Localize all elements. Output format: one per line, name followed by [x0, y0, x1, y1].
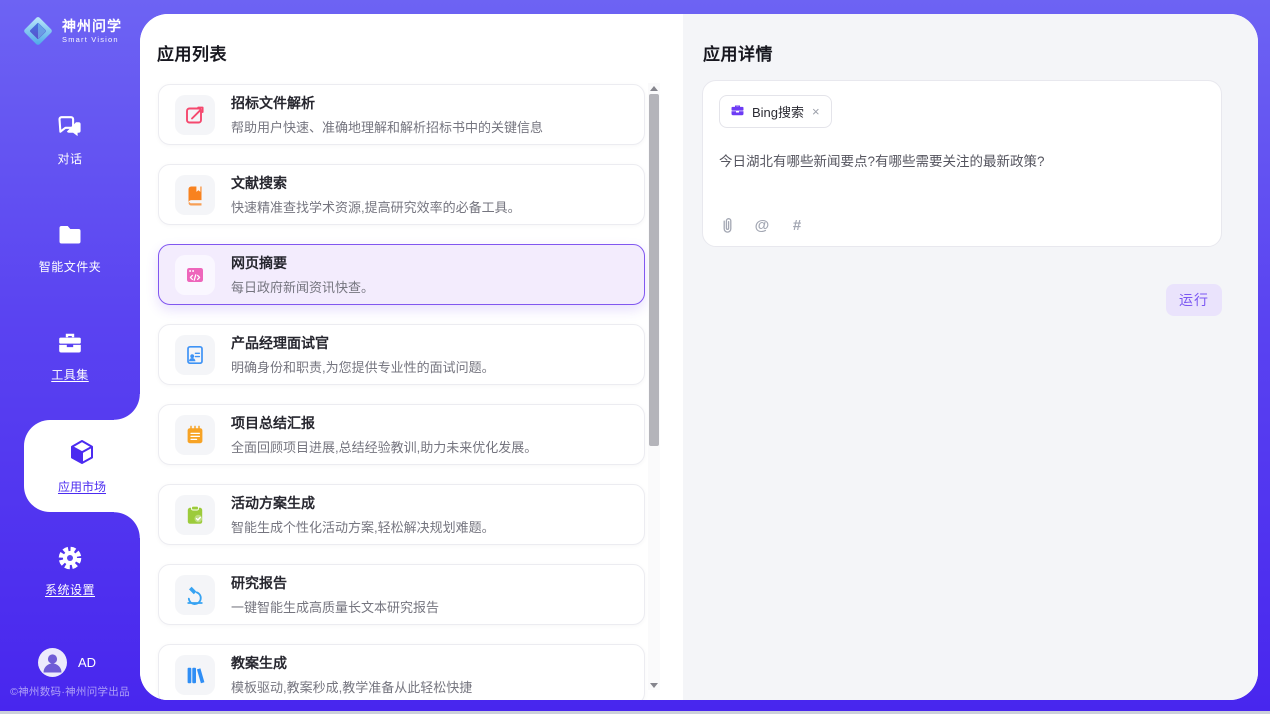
briefcase-icon — [730, 102, 745, 121]
app-card-description: 明确身份和职责,为您提供专业性的面试问题。 — [231, 357, 495, 376]
browser-code-icon — [175, 255, 215, 295]
hash-icon[interactable]: # — [789, 216, 805, 234]
app-card-title: 产品经理面试官 — [231, 333, 495, 353]
avatar-icon — [38, 648, 67, 677]
interview-icon — [175, 335, 215, 375]
clipboard-check-icon — [175, 495, 215, 535]
app-list-title: 应用列表 — [157, 40, 227, 65]
tool-tag-label: Bing搜索 — [752, 102, 804, 121]
app-card[interactable]: 文献搜索快速精准查找学术资源,提高研究效率的必备工具。 — [158, 164, 645, 225]
paperclip-icon[interactable] — [719, 216, 735, 234]
app-card-title: 教案生成 — [231, 653, 472, 673]
book-icon — [175, 175, 215, 215]
brand-logo: 神州问学 Smart Vision — [20, 13, 122, 49]
app-card-title: 网页摘要 — [231, 253, 374, 273]
app-card-text: 招标文件解析帮助用户快速、准确地理解和解析招标书中的关键信息 — [231, 93, 543, 136]
chat-icon — [55, 112, 85, 142]
app-card-title: 研究报告 — [231, 573, 439, 593]
sidebar-item-cube[interactable]: 应用市场 — [24, 420, 140, 512]
app-list-panel: 应用列表 招标文件解析帮助用户快速、准确地理解和解析招标书中的关键信息文献搜索快… — [140, 14, 683, 700]
sidebar-item-label: 应用市场 — [58, 478, 106, 495]
brand-diamond-icon — [20, 13, 56, 49]
folder-icon — [55, 220, 85, 250]
app-card[interactable]: 教案生成模板驱动,教案秒成,教学准备从此轻松快捷 — [158, 644, 645, 700]
app-card-description: 快速精准查找学术资源,提高研究效率的必备工具。 — [231, 197, 521, 216]
app-card-text: 文献搜索快速精准查找学术资源,提高研究效率的必备工具。 — [231, 173, 521, 216]
main-content: 应用列表 招标文件解析帮助用户快速、准确地理解和解析招标书中的关键信息文献搜索快… — [140, 14, 1258, 700]
prompt-text[interactable]: 今日湖北有哪些新闻要点?有哪些需要关注的最新政策? — [719, 152, 1205, 172]
sidebar-item-toolbox[interactable]: 工具集 — [0, 328, 140, 383]
composer-toolbar: @ # — [719, 216, 1205, 234]
app-card[interactable]: 研究报告一键智能生成高质量长文本研究报告 — [158, 564, 645, 625]
app-card[interactable]: 活动方案生成智能生成个性化活动方案,轻松解决规划难题。 — [158, 484, 645, 545]
app-card-text: 研究报告一键智能生成高质量长文本研究报告 — [231, 573, 439, 616]
gear-icon — [55, 543, 85, 573]
app-card-description: 全面回顾项目进展,总结经验教训,助力未来优化发展。 — [231, 437, 537, 456]
brand-subtitle: Smart Vision — [62, 35, 122, 44]
brand-name: 神州问学 — [62, 18, 122, 35]
app-card-description: 模板驱动,教案秒成,教学准备从此轻松快捷 — [231, 677, 472, 696]
cube-icon — [68, 438, 96, 471]
close-icon[interactable]: × — [811, 105, 821, 118]
sidebar-item-gear[interactable]: 系统设置 — [0, 543, 140, 598]
sidebar-item-label: 智能文件夹 — [39, 258, 102, 275]
app-card-description: 帮助用户快速、准确地理解和解析招标书中的关键信息 — [231, 117, 543, 136]
app-card-text: 产品经理面试官明确身份和职责,为您提供专业性的面试问题。 — [231, 333, 495, 376]
app-card-text: 活动方案生成智能生成个性化活动方案,轻松解决规划难题。 — [231, 493, 495, 536]
app-card-description: 一键智能生成高质量长文本研究报告 — [231, 597, 439, 616]
app-detail-title: 应用详情 — [703, 40, 773, 65]
prompt-card[interactable]: Bing搜索 × 今日湖北有哪些新闻要点?有哪些需要关注的最新政策? @ # — [702, 80, 1222, 247]
app-card-title: 活动方案生成 — [231, 493, 495, 513]
notepad-icon — [175, 415, 215, 455]
sidebar-item-chat[interactable]: 对话 — [0, 112, 140, 167]
app-card[interactable]: 项目总结汇报全面回顾项目进展,总结经验教训,助力未来优化发展。 — [158, 404, 645, 465]
microscope-icon — [175, 575, 215, 615]
app-card-description: 每日政府新闻资讯快查。 — [231, 277, 374, 296]
run-button[interactable]: 运行 — [1166, 284, 1222, 316]
app-card[interactable]: 网页摘要每日政府新闻资讯快查。 — [158, 244, 645, 305]
app-card-description: 智能生成个性化活动方案,轻松解决规划难题。 — [231, 517, 495, 536]
app-list: 招标文件解析帮助用户快速、准确地理解和解析招标书中的关键信息文献搜索快速精准查找… — [158, 84, 645, 700]
copyright-text: ©神州数码·神州问学出品 — [0, 684, 140, 699]
app-card-text: 网页摘要每日政府新闻资讯快查。 — [231, 253, 374, 296]
scrollbar-down-icon[interactable] — [648, 680, 660, 690]
app-card[interactable]: 产品经理面试官明确身份和职责,为您提供专业性的面试问题。 — [158, 324, 645, 385]
app-card-title: 招标文件解析 — [231, 93, 543, 113]
tool-tag[interactable]: Bing搜索 × — [719, 95, 832, 128]
doc-edit-icon — [175, 95, 215, 135]
app-card-title: 项目总结汇报 — [231, 413, 537, 433]
app-card[interactable]: 招标文件解析帮助用户快速、准确地理解和解析招标书中的关键信息 — [158, 84, 645, 145]
scrollbar[interactable] — [648, 83, 660, 690]
brand-text: 神州问学 Smart Vision — [62, 18, 122, 44]
app-detail-panel: 应用详情 Bing搜索 × 今日湖北有哪些新闻要点?有哪些需要关注的最新政策? — [683, 14, 1258, 700]
sidebar-item-folder[interactable]: 智能文件夹 — [0, 220, 140, 275]
scrollbar-thumb[interactable] — [649, 94, 659, 446]
user-initials: AD — [78, 655, 96, 670]
mention-icon[interactable]: @ — [754, 216, 770, 234]
app-card-text: 项目总结汇报全面回顾项目进展,总结经验教训,助力未来优化发展。 — [231, 413, 537, 456]
toolbox-icon — [55, 328, 85, 358]
sidebar-item-label: 对话 — [57, 150, 82, 167]
sidebar: 神州问学 Smart Vision 对话智能文件夹工具集应用市场系统设置 AD … — [0, 0, 140, 714]
app-card-title: 文献搜索 — [231, 173, 521, 193]
sidebar-item-label: 工具集 — [51, 366, 89, 383]
sidebar-item-label: 系统设置 — [45, 581, 95, 598]
app-card-text: 教案生成模板驱动,教案秒成,教学准备从此轻松快捷 — [231, 653, 472, 696]
scrollbar-up-icon[interactable] — [648, 83, 660, 93]
user-row[interactable]: AD — [38, 648, 96, 677]
books-icon — [175, 655, 215, 695]
